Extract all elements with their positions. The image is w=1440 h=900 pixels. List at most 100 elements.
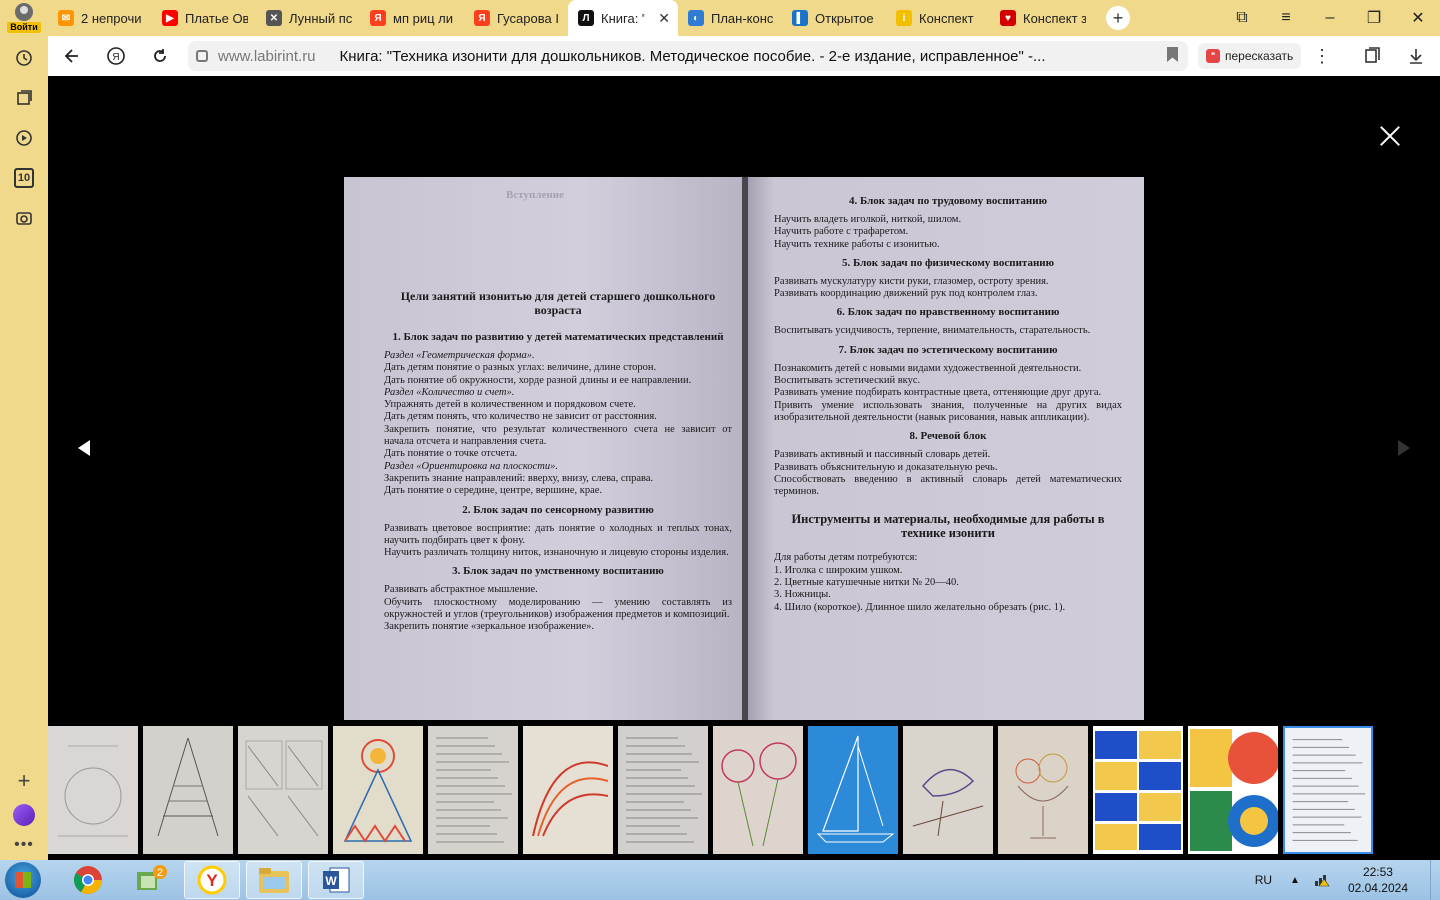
chrome-icon[interactable] — [60, 861, 116, 899]
section-heading: 2. Блок задач по сенсорному развитию — [462, 503, 654, 516]
text-line: Познакомить детей с новыми видами художе… — [774, 362, 1082, 374]
tab-2[interactable]: ▶ Платье Ов — [152, 0, 256, 36]
thumb-7[interactable] — [618, 726, 708, 854]
start-button[interactable] — [5, 862, 41, 898]
text-line: Развивать абстрактное мышление. — [384, 584, 538, 596]
tab-label: Конспект з — [1023, 10, 1086, 26]
previous-image-icon[interactable] — [78, 440, 90, 456]
ten-icon[interactable]: 10 — [0, 158, 48, 198]
thumb-6[interactable] — [523, 726, 613, 854]
text-line: Развивать умение подбирать контрастные ц… — [774, 387, 1102, 399]
tab-7[interactable]: ◐ План-конс — [678, 0, 782, 36]
menu-icon[interactable]: ≡ — [1264, 9, 1308, 27]
collections-icon[interactable] — [0, 78, 48, 118]
thumb-8[interactable] — [713, 726, 803, 854]
tab-1[interactable]: ✉ 2 непрочи — [48, 0, 152, 36]
text-line: Дать детям понятие о разных углах: велич… — [384, 362, 657, 374]
thumb-4[interactable] — [333, 726, 423, 854]
clock[interactable]: 22:53 02.04.2024 — [1348, 864, 1408, 896]
clock-date: 02.04.2024 — [1347, 881, 1408, 895]
tab-label: Конспект — [919, 10, 974, 26]
retell-button[interactable]: ❝ пересказать — [1198, 43, 1302, 69]
text-line: Обучить плоскостному моделированию — уме… — [384, 596, 732, 621]
lock-icon[interactable] — [196, 50, 208, 62]
image-viewer: Вступление Цели занятий изонитью для дет… — [48, 76, 1440, 860]
tab-6[interactable]: Л Книга: " ✕ — [568, 0, 678, 36]
profile-button[interactable]: Войти — [0, 0, 48, 36]
next-image-icon[interactable] — [1398, 440, 1410, 456]
thumb-10[interactable] — [903, 726, 993, 854]
tab-label: Лунный пс — [289, 10, 352, 26]
yandex-icon: Я — [474, 10, 490, 26]
yandex-browser-icon[interactable]: Y — [184, 861, 240, 899]
downloads-icon[interactable] — [1398, 36, 1434, 76]
tab-label: Книга: " — [601, 10, 646, 26]
alice-icon[interactable] — [13, 804, 35, 826]
screenshot-icon[interactable] — [0, 198, 48, 238]
tab-5[interactable]: Я Гусарова I — [464, 0, 568, 36]
network-warning-icon[interactable] — [1314, 873, 1330, 887]
system-tray: RU ▲ 22:53 02.04.2024 — [1255, 860, 1440, 900]
thumb-9[interactable] — [808, 726, 898, 854]
url-field[interactable]: www.labirint.ru Книга: "Техника изонити … — [188, 41, 1188, 71]
text-line: Воспитывать усидчивость, терпение, внима… — [774, 325, 1091, 337]
text-line: Научить технике работы с изонитью. — [774, 238, 940, 250]
tab-3[interactable]: ✕ Лунный пс — [256, 0, 360, 36]
section-heading: 8. Речевой блок — [909, 430, 987, 443]
reload-button[interactable] — [140, 36, 180, 76]
url-domain: www.labirint.ru — [218, 47, 316, 65]
thumb-13[interactable] — [1188, 726, 1278, 854]
close-tab-icon[interactable]: ✕ — [658, 10, 670, 27]
video-icon[interactable] — [0, 118, 48, 158]
mail-icon: ✉ — [58, 10, 74, 26]
book-icon: ▌ — [792, 10, 808, 26]
restore-button[interactable]: ❐ — [1352, 8, 1396, 28]
new-tab-button[interactable]: + — [1106, 6, 1130, 30]
tray-expand-icon[interactable]: ▲ — [1290, 875, 1300, 886]
thumb-1[interactable] — [48, 726, 138, 854]
book-gutter — [742, 177, 748, 720]
thumb-14[interactable] — [1283, 726, 1373, 854]
close-viewer-icon[interactable] — [1380, 126, 1400, 146]
show-desktop-button[interactable] — [1430, 860, 1440, 900]
tools-line: 3. Ножницы. — [774, 589, 831, 601]
thumb-5[interactable] — [428, 726, 518, 854]
text-line: Раздел «Количество и счет». — [384, 386, 515, 398]
back-button[interactable] — [52, 36, 92, 76]
page-menu-icon[interactable]: ⋮ — [1310, 36, 1334, 76]
tab-8[interactable]: ▌ Открытое — [782, 0, 886, 36]
thumb-12[interactable] — [1093, 726, 1183, 854]
youtube-icon: ▶ — [162, 10, 178, 26]
reading-list-icon[interactable] — [1354, 36, 1390, 76]
thumb-11[interactable] — [998, 726, 1088, 854]
text-line: Развивать координацию движений рук под к… — [774, 288, 1038, 300]
retell-label: пересказать — [1225, 49, 1294, 63]
history-icon[interactable] — [0, 38, 48, 78]
text-line: Дать детям понять, что количество не зав… — [384, 411, 657, 423]
text-line: Развивать активный и пассивный словарь д… — [774, 449, 991, 461]
text-line: Закрепить понятие «зеркальное изображени… — [384, 621, 595, 633]
minimize-button[interactable]: – — [1308, 9, 1352, 27]
tools-line: 2. Цветные катушечные нитки № 20—40. — [774, 577, 959, 589]
tab-bar: ✉ 2 непрочи ▶ Платье Ов ✕ Лунный пс Ямп риц ли… — [48, 0, 1440, 36]
text-line: Способствовать введению в активный слова… — [774, 473, 1122, 498]
section-heading: 5. Блок задач по физическому воспитанию — [841, 256, 1055, 269]
tab-label: мп риц ли — [393, 10, 453, 26]
close-window-button[interactable]: ✕ — [1396, 8, 1440, 28]
labirint-icon: Л — [578, 10, 594, 26]
browser-sidebar: Войти 10 + ••• — [0, 0, 48, 860]
files-badge-icon[interactable]: 2 — [122, 861, 178, 899]
tab-10[interactable]: ♥ Конспект з — [990, 0, 1094, 36]
add-panel-button[interactable]: + — [18, 766, 31, 796]
bookmark-icon[interactable] — [1167, 47, 1178, 62]
yandex-icon[interactable]: Я — [96, 36, 136, 76]
explorer-icon[interactable] — [246, 861, 302, 899]
language-indicator[interactable]: RU — [1255, 873, 1272, 887]
thumb-2[interactable] — [143, 726, 233, 854]
word-icon[interactable]: W — [308, 861, 364, 899]
tab-4[interactable]: Ямп риц ли — [360, 0, 464, 36]
more-icon[interactable]: ••• — [14, 836, 34, 860]
thumb-3[interactable] — [238, 726, 328, 854]
tab-manager-icon[interactable]: ⧉ — [1220, 9, 1264, 27]
tab-9[interactable]: i Конспект — [886, 0, 990, 36]
